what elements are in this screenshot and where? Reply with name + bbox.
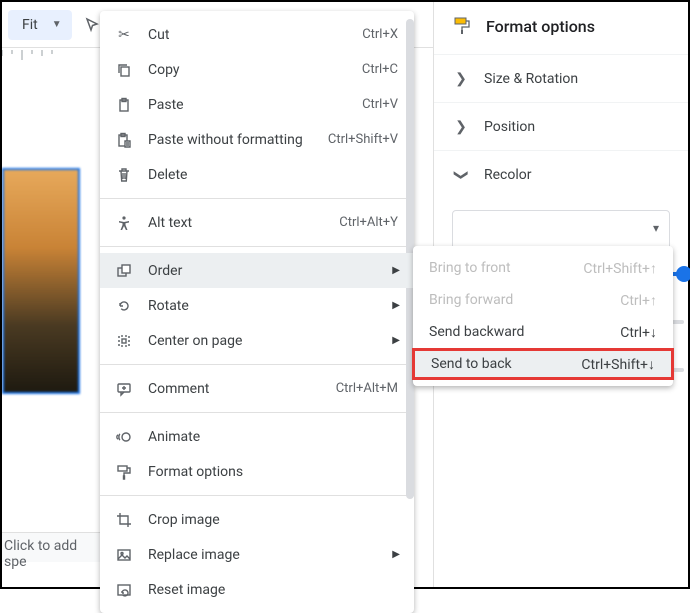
menu-delete[interactable]: Delete bbox=[100, 157, 414, 192]
separator bbox=[100, 198, 414, 199]
chevron-right-icon: ❯ bbox=[452, 71, 470, 87]
menu-paste-no-format-label: Paste without formatting bbox=[148, 132, 314, 148]
chevron-down-icon: ❯ bbox=[453, 166, 469, 184]
menu-animate[interactable]: Animate bbox=[100, 419, 414, 454]
submenu-send-to-back-shortcut: Ctrl+Shift+↓ bbox=[581, 356, 655, 373]
menu-paste-no-format[interactable]: Paste without formatting Ctrl+Shift+V bbox=[100, 122, 414, 157]
comment-icon bbox=[114, 379, 134, 399]
submenu-bring-forward-shortcut: Ctrl+↑ bbox=[620, 292, 657, 309]
submenu-arrow-icon: ▶ bbox=[392, 549, 400, 560]
menu-copy[interactable]: Copy Ctrl+C bbox=[100, 52, 414, 87]
format-options-header: Format options bbox=[434, 16, 688, 54]
menu-paste[interactable]: Paste Ctrl+V bbox=[100, 87, 414, 122]
size-rotation-label: Size & Rotation bbox=[484, 71, 578, 87]
menu-paste-no-format-shortcut: Ctrl+Shift+V bbox=[328, 132, 398, 147]
selected-image[interactable] bbox=[2, 168, 80, 394]
menu-comment-label: Comment bbox=[148, 381, 322, 397]
separator bbox=[100, 412, 414, 413]
menu-reset-image[interactable]: Reset image bbox=[100, 572, 414, 607]
menu-center-label: Center on page bbox=[148, 333, 398, 349]
menu-copy-label: Copy bbox=[148, 62, 348, 78]
format-options-title: Format options bbox=[486, 17, 595, 36]
separator bbox=[100, 364, 414, 365]
menu-format-options[interactable]: Format options bbox=[100, 454, 414, 489]
replace-image-icon bbox=[114, 545, 134, 565]
submenu-arrow-icon: ▶ bbox=[392, 265, 400, 276]
chevron-right-icon: ❯ bbox=[452, 119, 470, 135]
speaker-notes-placeholder[interactable]: Click to add spe bbox=[2, 532, 100, 562]
submenu-bring-forward-label: Bring forward bbox=[429, 292, 513, 308]
recolor-row[interactable]: ❯ Recolor bbox=[434, 150, 688, 198]
submenu-send-backward[interactable]: Send backward Ctrl+↓ bbox=[413, 316, 673, 348]
reset-image-icon bbox=[114, 580, 134, 600]
zoom-fit-label: Fit bbox=[22, 17, 38, 33]
menu-crop-label: Crop image bbox=[148, 512, 398, 528]
submenu-send-to-back[interactable]: Send to back Ctrl+Shift+↓ bbox=[412, 348, 674, 380]
submenu-bring-to-front[interactable]: Bring to front Ctrl+Shift+↑ bbox=[413, 252, 673, 284]
submenu-arrow-icon: ▶ bbox=[392, 300, 400, 311]
rotate-icon bbox=[114, 296, 134, 316]
menu-comment[interactable]: Comment Ctrl+Alt+M bbox=[100, 371, 414, 406]
menu-paste-label: Paste bbox=[148, 97, 348, 113]
menu-cut[interactable]: ✂ Cut Ctrl+X bbox=[100, 17, 414, 52]
recolor-dropdown[interactable] bbox=[452, 210, 670, 250]
menu-format-options-label: Format options bbox=[148, 464, 398, 480]
submenu-bring-forward[interactable]: Bring forward Ctrl+↑ bbox=[413, 284, 673, 316]
chevron-down-icon: ▼ bbox=[52, 19, 62, 30]
paste-icon bbox=[114, 95, 134, 115]
menu-order[interactable]: Order ▶ bbox=[100, 253, 414, 288]
separator bbox=[100, 495, 414, 496]
order-icon bbox=[114, 261, 134, 281]
menu-replace-image[interactable]: Replace image ▶ bbox=[100, 537, 414, 572]
copy-icon bbox=[114, 60, 134, 80]
paste-plain-icon bbox=[114, 130, 134, 150]
menu-cut-shortcut: Ctrl+X bbox=[362, 27, 398, 42]
crop-icon bbox=[114, 510, 134, 530]
format-options-icon bbox=[114, 462, 134, 482]
menu-replace-label: Replace image bbox=[148, 547, 398, 563]
animate-icon bbox=[114, 427, 134, 447]
center-icon bbox=[114, 331, 134, 351]
submenu-arrow-icon: ▶ bbox=[392, 335, 400, 346]
menu-rotate-label: Rotate bbox=[148, 298, 398, 314]
menu-copy-shortcut: Ctrl+C bbox=[362, 62, 398, 77]
size-rotation-row[interactable]: ❯ Size & Rotation bbox=[434, 54, 688, 102]
menu-cut-label: Cut bbox=[148, 27, 348, 43]
menu-comment-shortcut: Ctrl+Alt+M bbox=[336, 381, 398, 396]
accessibility-icon bbox=[114, 213, 134, 233]
menu-crop-image[interactable]: Crop image bbox=[100, 502, 414, 537]
position-row[interactable]: ❯ Position bbox=[434, 102, 688, 150]
menu-delete-label: Delete bbox=[148, 167, 398, 183]
submenu-send-to-back-label: Send to back bbox=[431, 356, 512, 372]
menu-order-label: Order bbox=[148, 263, 398, 279]
recolor-label: Recolor bbox=[484, 167, 532, 183]
menu-alt-text-shortcut: Ctrl+Alt+Y bbox=[339, 215, 398, 230]
cut-icon: ✂ bbox=[114, 25, 134, 45]
menu-center-on-page[interactable]: Center on page ▶ bbox=[100, 323, 414, 358]
submenu-bring-to-front-shortcut: Ctrl+Shift+↑ bbox=[583, 260, 657, 277]
submenu-bring-to-front-label: Bring to front bbox=[429, 260, 511, 276]
slide-canvas bbox=[2, 72, 82, 402]
submenu-send-backward-label: Send backward bbox=[429, 324, 524, 340]
menu-animate-label: Animate bbox=[148, 429, 398, 445]
menu-alt-text-label: Alt text bbox=[148, 215, 325, 231]
zoom-fit-button[interactable]: Fit ▼ bbox=[8, 10, 72, 40]
submenu-send-backward-shortcut: Ctrl+↓ bbox=[620, 324, 657, 341]
menu-rotate[interactable]: Rotate ▶ bbox=[100, 288, 414, 323]
position-label: Position bbox=[484, 119, 535, 135]
menu-alt-text[interactable]: Alt text Ctrl+Alt+Y bbox=[100, 205, 414, 240]
trash-icon bbox=[114, 165, 134, 185]
order-submenu: Bring to front Ctrl+Shift+↑ Bring forwar… bbox=[413, 246, 673, 386]
menu-reset-label: Reset image bbox=[148, 582, 398, 598]
menu-paste-shortcut: Ctrl+V bbox=[362, 97, 398, 112]
context-menu: ✂ Cut Ctrl+X Copy Ctrl+C Paste Ctrl+V Pa… bbox=[100, 11, 414, 613]
separator bbox=[100, 246, 414, 247]
paint-roller-icon bbox=[452, 16, 472, 36]
